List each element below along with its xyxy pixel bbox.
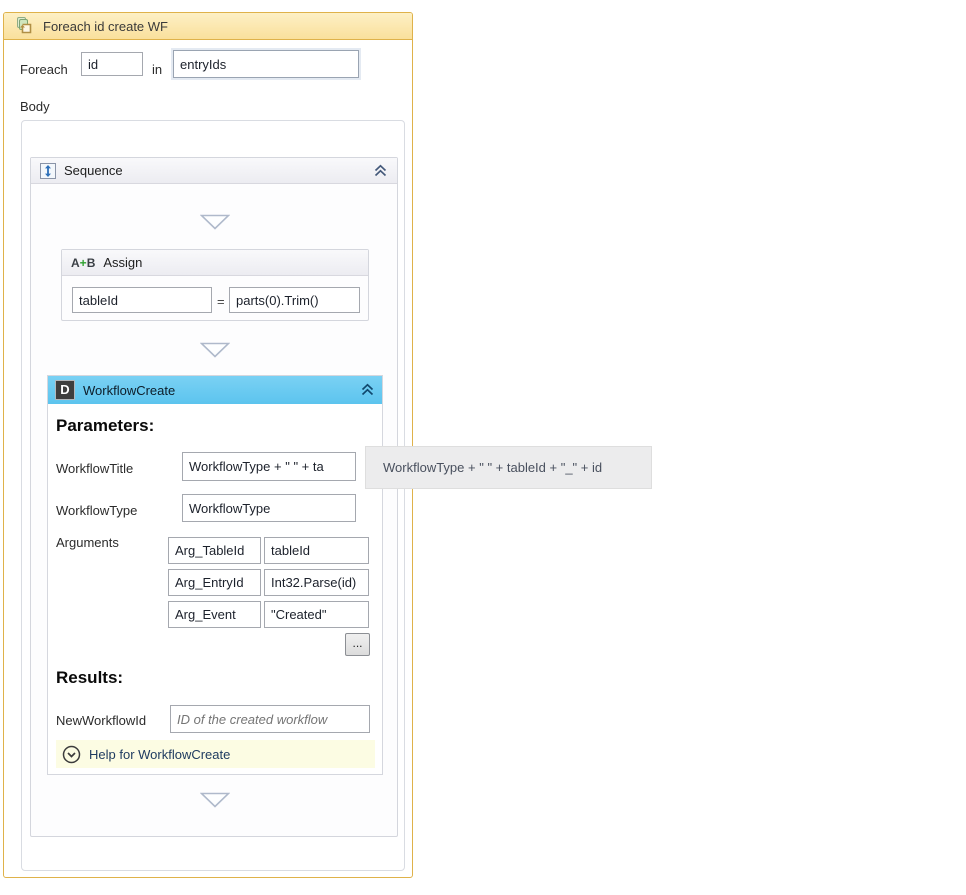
workflow-designer-canvas: { "colors": { "foreach_border": "#dfb24a… [0,0,966,895]
argument-name-input[interactable] [168,601,261,628]
foreach-body-panel[interactable]: Sequence A+B Assign [21,120,405,871]
argument-value-input[interactable] [264,537,369,564]
sequence-title: Sequence [64,163,123,178]
assign-title: Assign [103,255,142,270]
workflow-title-input[interactable] [182,452,356,481]
help-expander[interactable]: Help for WorkflowCreate [56,740,375,768]
drop-target-triangle [200,342,230,358]
expression-tooltip: WorkflowType + " " + tableId + "_" + id [365,446,652,489]
foreach-icon [16,17,34,35]
more-arguments-button[interactable]: ... [345,633,370,656]
assign-value-input[interactable] [229,287,360,313]
workflow-create-title: WorkflowCreate [83,383,175,398]
workflow-create-icon: D [55,380,75,400]
workflow-create-activity[interactable]: D WorkflowCreate Parameters: WorkflowTit… [47,375,383,775]
foreach-activity-header[interactable]: Foreach id create WF [4,13,412,40]
foreach-activity[interactable]: Foreach id create WF Foreach in Body Seq… [3,12,413,878]
workflow-create-header[interactable]: D WorkflowCreate [48,376,382,404]
foreach-variable-input[interactable] [81,52,143,76]
foreach-label: Foreach [20,58,68,82]
foreach-title: Foreach id create WF [43,19,168,34]
argument-name-input[interactable] [168,537,261,564]
argument-value-input[interactable] [264,601,369,628]
expand-chevron-circle-icon[interactable] [62,745,81,764]
assign-to-input[interactable] [72,287,212,313]
in-label: in [152,58,162,82]
sequence-icon [40,163,56,179]
collapse-chevron-icon[interactable] [360,383,375,397]
drop-target-triangle [200,792,230,808]
assign-equals: = [217,290,225,314]
assign-header[interactable]: A+B Assign [62,250,368,276]
collapse-chevron-icon[interactable] [373,164,388,178]
arguments-label: Arguments [56,531,119,555]
new-workflow-id-input[interactable] [170,705,370,733]
workflow-title-label: WorkflowTitle [56,457,133,481]
sequence-header[interactable]: Sequence [31,158,397,184]
assign-icon: A+B [71,256,95,270]
argument-value-input[interactable] [264,569,369,596]
assign-activity[interactable]: A+B Assign = [61,249,369,321]
drop-target-triangle [200,214,230,230]
argument-name-input[interactable] [168,569,261,596]
foreach-collection-input[interactable] [173,50,359,78]
workflow-type-input[interactable] [182,494,356,522]
results-heading: Results: [56,668,123,688]
body-label: Body [20,95,50,119]
sequence-activity[interactable]: Sequence A+B Assign [30,157,398,837]
parameters-heading: Parameters: [56,416,154,436]
help-label: Help for WorkflowCreate [89,747,230,762]
workflow-type-label: WorkflowType [56,499,137,523]
result-label: NewWorkflowId [56,709,146,733]
